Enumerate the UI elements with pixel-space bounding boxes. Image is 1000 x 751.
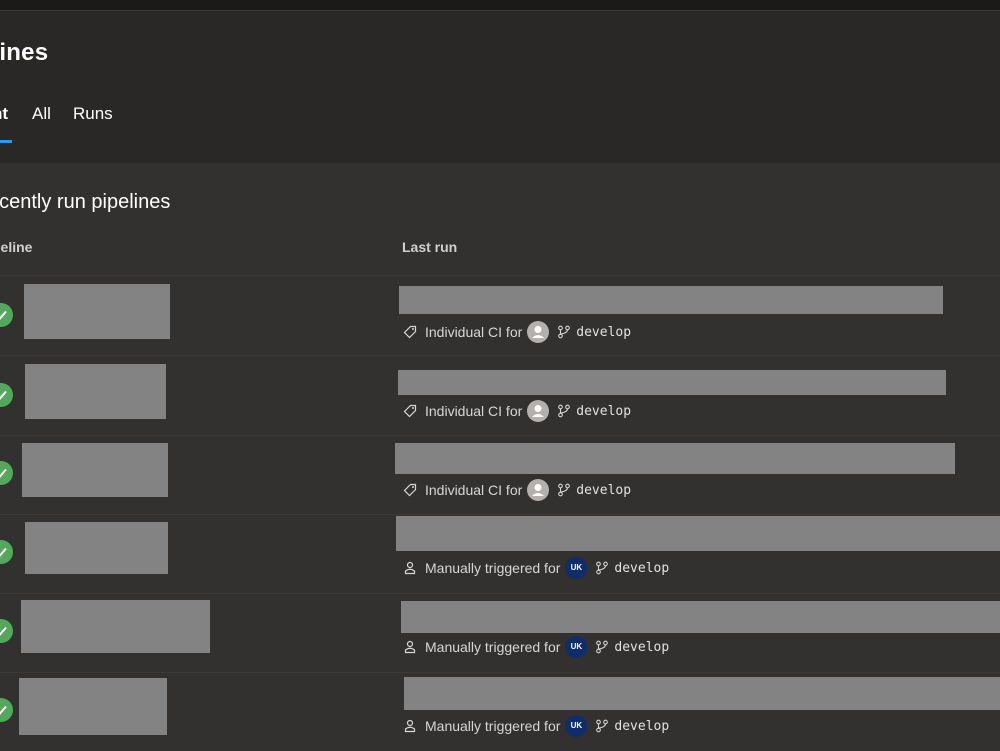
redacted-pipeline-name — [24, 284, 170, 339]
run-reason: Individual CI for — [425, 324, 523, 340]
initials-avatar: UK — [565, 557, 588, 579]
success-status-icon — [0, 303, 13, 327]
branch-icon — [557, 325, 571, 339]
table-row[interactable]: Individual CI for develop — [0, 276, 1000, 356]
tag-icon — [403, 404, 417, 418]
run-reason: Manually triggered for — [425, 639, 561, 655]
table-row[interactable]: Manually triggered for UK develop — [0, 672, 1000, 751]
tab-all[interactable]: All — [32, 104, 51, 124]
redacted-pipeline-name — [25, 522, 168, 574]
branch-name[interactable]: develop — [576, 325, 631, 340]
run-meta: Individual CI for develop — [403, 399, 631, 423]
tab-recent[interactable]: nt — [0, 104, 8, 124]
initials-avatar: UK — [565, 715, 588, 737]
table-row[interactable]: Individual CI for develop — [0, 356, 1000, 436]
section-title: ecently run pipelines — [0, 191, 171, 213]
branch-icon — [557, 404, 571, 418]
top-bar — [0, 0, 1000, 11]
run-reason: Manually triggered for — [425, 718, 561, 734]
selected-tab-indicator — [0, 140, 12, 143]
success-status-icon — [0, 619, 13, 643]
redacted-run-title — [401, 601, 1000, 633]
run-reason: Manually triggered for — [425, 560, 561, 576]
branch-icon — [595, 640, 609, 654]
redacted-run-title — [395, 443, 955, 474]
table-row[interactable]: Individual CI for develop — [0, 435, 1000, 515]
branch-icon — [557, 483, 571, 497]
tag-icon — [403, 483, 417, 497]
run-meta: Individual CI for develop — [403, 478, 631, 502]
redacted-run-title — [396, 516, 1000, 551]
table-row[interactable]: Manually triggered for UK develop — [0, 593, 1000, 673]
redacted-pipeline-name — [19, 678, 167, 735]
redacted-run-title — [404, 677, 1000, 710]
table-row[interactable]: Manually triggered for UK develop — [0, 514, 1000, 594]
person-icon — [403, 640, 417, 654]
page-header: elines nt All Runs — [0, 11, 1000, 163]
run-meta: Manually triggered for UK develop — [403, 556, 669, 580]
branch-name[interactable]: develop — [614, 719, 669, 734]
tab-runs[interactable]: Runs — [73, 104, 113, 124]
run-reason: Individual CI for — [425, 403, 523, 419]
column-header-last-run[interactable]: Last run — [402, 239, 457, 255]
person-icon — [403, 719, 417, 733]
branch-name[interactable]: develop — [614, 561, 669, 576]
person-avatar — [527, 400, 550, 422]
person-avatar — [527, 321, 550, 343]
run-meta: Manually triggered for UK develop — [403, 714, 669, 738]
run-reason: Individual CI for — [425, 482, 523, 498]
tag-icon — [403, 325, 417, 339]
success-status-icon — [0, 383, 13, 407]
page-title: elines — [0, 39, 49, 66]
redacted-run-title — [398, 370, 946, 395]
success-status-icon — [0, 540, 13, 564]
redacted-pipeline-name — [21, 600, 210, 653]
person-avatar — [527, 479, 550, 501]
success-status-icon — [0, 698, 13, 722]
run-meta: Manually triggered for UK develop — [403, 635, 669, 659]
branch-icon — [595, 719, 609, 733]
redacted-pipeline-name — [22, 443, 168, 497]
branch-name[interactable]: develop — [614, 640, 669, 655]
redacted-run-title — [399, 286, 943, 314]
success-status-icon — [0, 461, 13, 485]
person-icon — [403, 561, 417, 575]
branch-name[interactable]: develop — [576, 483, 631, 498]
branch-icon — [595, 561, 609, 575]
run-meta: Individual CI for develop — [403, 320, 631, 344]
initials-avatar: UK — [565, 636, 588, 658]
column-header-pipeline[interactable]: peline — [0, 239, 32, 255]
branch-name[interactable]: develop — [576, 404, 631, 419]
redacted-pipeline-name — [25, 364, 166, 419]
